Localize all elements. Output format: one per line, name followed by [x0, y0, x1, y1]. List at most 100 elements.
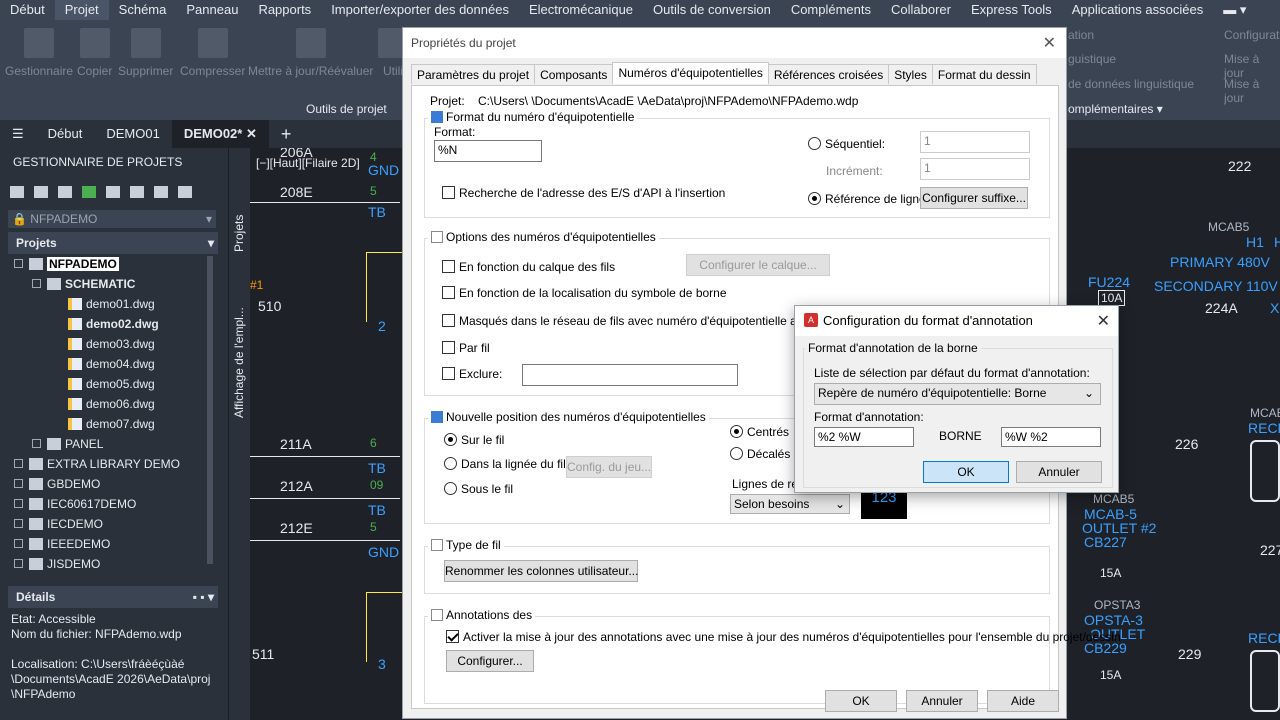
menu-outils-conversion[interactable]: Outils de conversion [643, 0, 781, 20]
menu-hamburger-icon[interactable]: ☰ [0, 120, 36, 148]
ok-button[interactable]: OK [825, 690, 897, 712]
tab-debut[interactable]: Début [36, 120, 95, 148]
tab-styles[interactable]: Styles [888, 64, 933, 84]
gestionnaire-button[interactable]: Gestionnaire [5, 28, 73, 78]
tree-demo03[interactable]: demo03.dwg [68, 334, 155, 354]
close-icon[interactable]: ✕ [1043, 33, 1056, 53]
tab-demo01[interactable]: DEMO01 [94, 120, 171, 148]
tab-numeros[interactable]: Numéros d'équipotentielles [612, 62, 769, 84]
menu-applications[interactable]: Applications associées [1062, 0, 1214, 20]
tree-demo07[interactable]: demo07.dwg [68, 414, 155, 434]
tree-demo06[interactable]: demo06.dwg [68, 394, 155, 414]
refresh-icon[interactable] [82, 186, 96, 198]
tree-demo01[interactable]: demo01.dwg [68, 294, 155, 314]
par-fil-checkbox[interactable]: Par fil [442, 341, 490, 355]
menu-projet[interactable]: Projet [54, 0, 109, 20]
centres-radio[interactable]: Centrés [730, 425, 789, 439]
menu-schema[interactable]: Schéma [109, 0, 177, 20]
open-project-icon[interactable] [10, 186, 24, 198]
annuler-button[interactable]: Annuler [906, 690, 978, 712]
calque-checkbox[interactable]: En fonction du calque des fils [442, 260, 615, 274]
tree-iecdemo[interactable]: IECDEMO [14, 514, 103, 534]
exclure-input[interactable] [522, 364, 738, 386]
tree-gbdemo[interactable]: GBDEMO [14, 474, 100, 494]
update-icon[interactable] [106, 186, 120, 198]
config-jeu-button[interactable]: Config. du jeu... [566, 456, 652, 478]
close-icon[interactable]: ✕ [246, 126, 257, 141]
projets-header[interactable]: Projets ▾ [8, 232, 218, 254]
annot-list-select[interactable]: Repère de numéro d'équipotentielle: Born… [814, 383, 1101, 405]
tree-scrollbar[interactable] [207, 256, 213, 564]
decales-radio[interactable]: Décalés [730, 447, 790, 461]
renommer-colonnes-button[interactable]: Renommer les colonnes utilisateur... [444, 560, 638, 582]
menu-express-tools[interactable]: Express Tools [961, 0, 1062, 20]
localisation-checkbox[interactable]: En fonction de la localisation du symbol… [442, 286, 727, 300]
recherche-checkbox[interactable]: Recherche de l'adresse des E/S d'API à l… [442, 186, 725, 200]
menu-complements[interactable]: Compléments [781, 0, 881, 20]
ref-ligne-radio[interactable]: Référence de ligne [808, 192, 926, 206]
tab-parametres[interactable]: Paramètres du projet [411, 64, 536, 84]
tab-demo02[interactable]: DEMO02* ✕ [171, 120, 269, 148]
tree-iec60617demo[interactable]: IEC60617DEMO [14, 494, 136, 514]
annot-annuler-button[interactable]: Annuler [1016, 461, 1102, 483]
menu-collaborer[interactable]: Collaborer [881, 0, 961, 20]
report-icon[interactable] [130, 186, 144, 198]
configurer-calque-button[interactable]: Configurer le calque... [686, 254, 830, 276]
tree-ieeedemo[interactable]: IEEEDEMO [14, 534, 110, 554]
configurat-button[interactable]: Configurat [1224, 28, 1279, 42]
configurer-button[interactable]: Configurer... [446, 650, 534, 672]
new-tab-icon[interactable]: + [269, 120, 304, 148]
tree-demo04[interactable]: demo04.dwg [68, 354, 155, 374]
aide-button[interactable]: Aide [987, 690, 1059, 712]
new-project-icon[interactable] [34, 186, 48, 198]
tree-demo02[interactable]: demo02.dwg [68, 314, 159, 334]
tree-nfpademo[interactable]: NFPADEMO [14, 254, 119, 274]
close-icon[interactable]: ✕ [1097, 311, 1110, 331]
configurer-suffixe-button[interactable]: Configurer suffixe... [920, 187, 1028, 209]
menu-panneau[interactable]: Panneau [176, 0, 248, 20]
tab-references[interactable]: Références croisées [767, 64, 890, 84]
mettre-a-jour-button[interactable]: Mettre à jour/Réévaluer [248, 28, 373, 78]
tab-composants[interactable]: Composants [534, 64, 614, 84]
sur-fil-radio[interactable]: Sur le fil [444, 433, 504, 447]
project-select[interactable]: 🔒 NFPADEMO ▾ [8, 210, 216, 228]
tree-extra-library[interactable]: EXTRA LIBRARY DEMO [14, 454, 180, 474]
tab-format-dessin[interactable]: Format du dessin [931, 64, 1037, 84]
compresser-button[interactable]: Compresser [180, 28, 245, 78]
tree-jisdemo[interactable]: JISDEMO [14, 554, 100, 574]
exclure-checkbox[interactable]: Exclure: [442, 367, 502, 381]
ribbon-toggle-icon[interactable]: ▬ ▾ [1213, 0, 1256, 20]
supprimer-button[interactable]: Supprimer [118, 28, 173, 78]
copier-button[interactable]: Copier [77, 28, 112, 78]
new-drawing-icon[interactable] [58, 186, 72, 198]
activer-checkbox[interactable]: Activer la mise à jour des annotations a… [446, 630, 1121, 644]
ribbon-group-complementaires[interactable]: omplémentaires ▾ [1068, 102, 1163, 116]
sequentiel-radio[interactable]: Séquentiel: [808, 137, 885, 151]
sequentiel-input[interactable]: 1 [920, 131, 1030, 153]
print-icon[interactable] [178, 186, 192, 198]
menu-import-export[interactable]: Importer/exporter des données [321, 0, 519, 20]
menu-electromecanique[interactable]: Electromécanique [519, 0, 643, 20]
annot-ok-button[interactable]: OK [923, 461, 1009, 483]
tree-demo05[interactable]: demo05.dwg [68, 374, 155, 394]
format-input[interactable]: %N [434, 140, 542, 162]
tree-schematic[interactable]: SCHEMATIC [32, 274, 135, 294]
details-header[interactable]: Détails ▪ ▪ ▾ [8, 586, 218, 608]
lignes-repere-select[interactable]: Selon besoins ⌄ [730, 494, 850, 514]
ribbon-partial-3: de données linguistique [1068, 77, 1195, 91]
mise-a-jour-button-1[interactable]: Mise à jour [1224, 52, 1280, 80]
mise-a-jour-button-2[interactable]: Mise à jour [1224, 77, 1280, 105]
settings-icon [431, 539, 443, 551]
sous-fil-radio[interactable]: Sous le fil [444, 482, 513, 496]
side-tab-affichage[interactable]: Affichage de l'empl... [232, 307, 246, 418]
masques-checkbox[interactable]: Masqués dans le réseau de fils avec numé… [442, 314, 842, 328]
menu-rapports[interactable]: Rapports [248, 0, 321, 20]
wire-label: 222 [1228, 158, 1252, 174]
menu-debut[interactable]: Début [0, 0, 55, 20]
annot-format-input-1[interactable]: %2 %W [814, 427, 914, 447]
tree-panel[interactable]: PANEL [32, 434, 103, 454]
plot-icon[interactable] [154, 186, 168, 198]
increment-input[interactable]: 1 [920, 158, 1030, 180]
annot-format-input-2[interactable]: %W %2 [1001, 427, 1101, 447]
dans-lignee-radio[interactable]: Dans la lignée du fil [444, 457, 566, 471]
